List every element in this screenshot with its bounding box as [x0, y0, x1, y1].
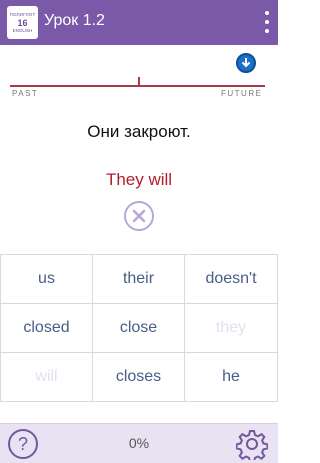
- app-bar: ПОЛИГЛОТ 16 ENGLISH Урок 1.2: [0, 0, 278, 45]
- gear-icon: [235, 430, 269, 463]
- word-tile-used: they: [184, 303, 278, 353]
- word-tile-used: will: [0, 352, 93, 402]
- source-sentence: Они закроют.: [87, 122, 191, 141]
- word-tile[interactable]: close: [92, 303, 185, 353]
- timeline-past-label: PAST: [12, 89, 39, 98]
- logo-line3: ENGLISH: [12, 27, 33, 33]
- app-logo: ПОЛИГЛОТ 16 ENGLISH: [7, 6, 38, 39]
- word-tile[interactable]: doesn't: [184, 254, 278, 304]
- word-tile[interactable]: closed: [0, 303, 93, 353]
- clear-x-icon: [132, 209, 146, 223]
- more-vert-icon[interactable]: [262, 11, 272, 33]
- timeline: PAST FUTURE: [0, 45, 278, 115]
- clear-answer-button[interactable]: [124, 201, 154, 231]
- lesson-title: Урок 1.2: [44, 12, 105, 29]
- timeline-future-label: FUTURE: [221, 89, 263, 98]
- word-tile[interactable]: closes: [92, 352, 185, 402]
- bottom-bar: ? 0%: [0, 423, 278, 463]
- logo-line2: 16: [17, 17, 28, 28]
- word-tile[interactable]: he: [184, 352, 278, 402]
- download-arrow-icon[interactable]: [236, 53, 256, 73]
- word-tile[interactable]: their: [92, 254, 185, 304]
- word-tile[interactable]: us: [0, 254, 93, 304]
- answer-text: They will: [105, 170, 173, 189]
- timeline-line: [10, 85, 265, 87]
- word-grid: us their doesn't closed close they will …: [0, 254, 278, 404]
- settings-button[interactable]: [235, 428, 269, 463]
